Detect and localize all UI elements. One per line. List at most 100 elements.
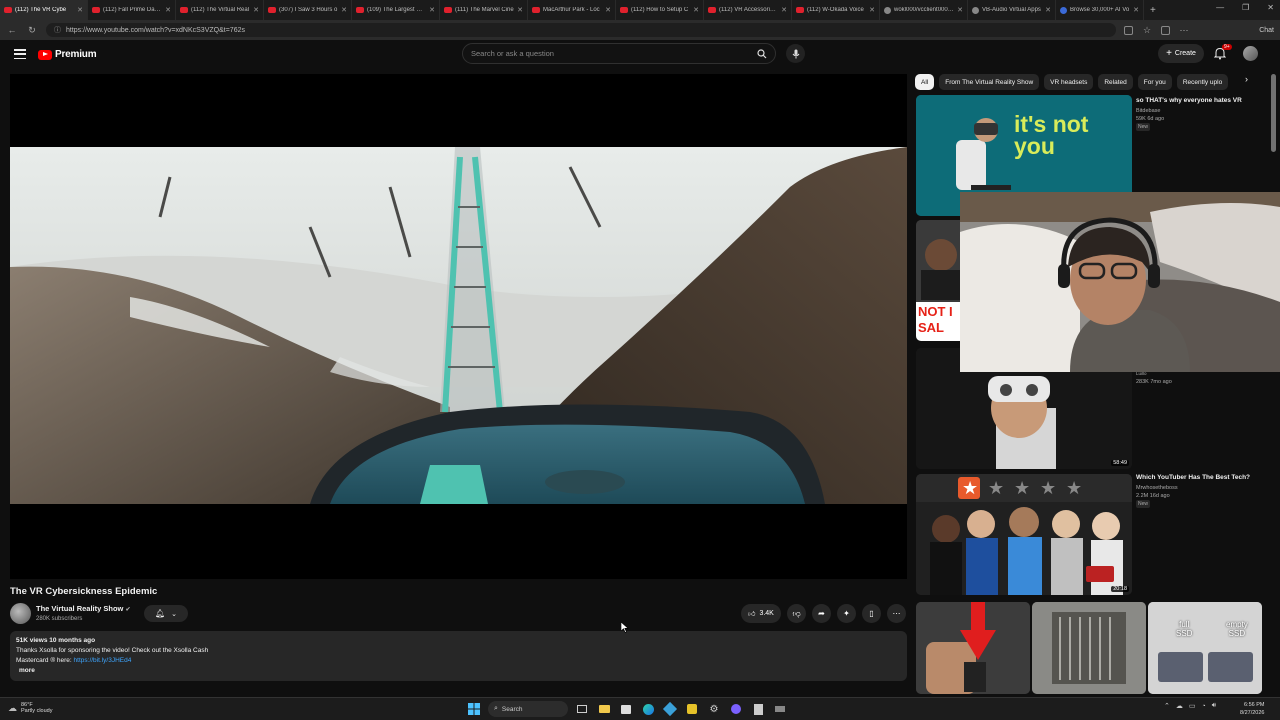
close-tab-icon[interactable]: ✕ <box>165 6 171 14</box>
browser-tab[interactable]: wokl000/vcclient000 at ✕ <box>880 0 968 20</box>
browser-tab[interactable]: (112) Fall Prime Day v ✕ <box>88 0 176 20</box>
short-thumbnail[interactable]: full SSD empty SSD <box>1148 602 1262 694</box>
ask-button[interactable]: ✦ <box>837 604 856 623</box>
browser-tab[interactable]: (112) The Virtual Real ✕ <box>176 0 264 20</box>
volume-icon[interactable]: 🔊︎ <box>1212 702 1216 710</box>
chip-related[interactable]: Related <box>1098 74 1133 90</box>
maximize-icon[interactable]: ❐ <box>1242 3 1249 12</box>
short-thumbnail[interactable] <box>1032 602 1146 694</box>
search-input[interactable]: Search or ask a question <box>463 49 749 58</box>
close-window-icon[interactable]: ✕ <box>1267 3 1274 12</box>
create-button[interactable]: + Create <box>1158 44 1204 63</box>
subscribed-button[interactable]: 🔔︎ ⌄ <box>144 605 188 622</box>
settings-gear-icon[interactable]: ⚙ <box>706 701 722 717</box>
edge-browser-icon[interactable] <box>640 701 656 717</box>
chip-from-channel[interactable]: From The Virtual Reality Show <box>939 74 1040 90</box>
chip-all[interactable]: All <box>915 74 935 90</box>
close-tab-icon[interactable]: ✕ <box>429 6 435 14</box>
chat-button[interactable]: Chat <box>1259 27 1274 34</box>
video-player[interactable] <box>10 74 907 579</box>
taskbar-clock[interactable]: 6:56 PM 8/27/2026 <box>1240 701 1264 717</box>
chip-for-you[interactable]: For you <box>1137 74 1172 90</box>
browser-tab[interactable]: Browse 30,000+ AI Vo ✕ <box>1056 0 1144 20</box>
recommendation-title[interactable]: so THAT's why everyone hates VR <box>1136 97 1261 104</box>
browser-tab[interactable]: (307) I Saw 3 Hours o ✕ <box>264 0 352 20</box>
search-icon[interactable] <box>749 44 775 63</box>
back-arrow-icon[interactable]: ← <box>6 25 18 35</box>
chip-recently-uploaded[interactable]: Recently uplo <box>1176 74 1229 90</box>
like-button[interactable]: 👍︎ 3.4K <box>741 604 781 623</box>
scrollbar-thumb[interactable] <box>1271 74 1276 152</box>
browser-tab[interactable]: (109) The Largest Econ ✕ <box>352 0 440 20</box>
weather-widget[interactable]: ☁ 86°F Partly cloudy <box>8 702 53 714</box>
display-icon[interactable]: ▭ <box>1189 702 1196 710</box>
recommendation-title[interactable]: Which YouTuber Has The Best Tech? <box>1136 474 1261 481</box>
browser-tab[interactable]: (112) The VR Cybe ✕ <box>0 0 88 20</box>
more-link[interactable]: more <box>16 666 901 676</box>
close-tab-icon[interactable]: ✕ <box>517 6 523 14</box>
description-box[interactable]: 51K views 10 months ago Thanks Xsolla fo… <box>10 631 907 681</box>
youtube-favicon-icon <box>268 7 276 13</box>
browser-tab[interactable]: (111) The Marvel Cine ✕ <box>440 0 528 20</box>
app-icon[interactable] <box>728 701 744 717</box>
close-tab-icon[interactable]: ✕ <box>869 6 875 14</box>
close-tab-icon[interactable]: ✕ <box>693 6 699 14</box>
more-menu-icon[interactable]: ⋯ <box>1178 25 1190 36</box>
short-thumbnail[interactable] <box>916 602 1030 694</box>
thumbs-up-icon: 👍︎ <box>748 611 756 618</box>
share-button[interactable]: ➦ <box>812 604 831 623</box>
mic-icon[interactable] <box>786 44 805 63</box>
channel-avatar[interactable] <box>10 603 31 624</box>
browser-tab[interactable]: (112) How to Setup C ✕ <box>616 0 704 20</box>
chevron-up-icon[interactable]: ⌃ <box>1164 702 1170 710</box>
description-link[interactable]: https://bit.ly/3JHEd4 <box>74 657 132 664</box>
browser-tab[interactable]: (112) VR Accessories f ✕ <box>704 0 792 20</box>
favorites-star-icon[interactable]: ☆ <box>1141 25 1153 36</box>
close-tab-icon[interactable]: ✕ <box>1045 6 1051 14</box>
menu-hamburger-icon[interactable] <box>14 49 26 59</box>
app-icon[interactable] <box>662 701 678 717</box>
save-button[interactable]: ▯ <box>862 604 881 623</box>
windows-start-icon[interactable] <box>466 701 482 717</box>
site-info-icon[interactable]: ⓘ <box>54 25 61 35</box>
browser-tab[interactable]: VB-Audio Virtual Apps ✕ <box>968 0 1056 20</box>
recommendation-channel[interactable]: Bitdebase <box>1136 107 1164 115</box>
chip-vr-headsets[interactable]: VR headsets <box>1044 74 1094 90</box>
close-tab-icon[interactable]: ✕ <box>253 6 259 14</box>
minimize-icon[interactable]: — <box>1216 3 1224 12</box>
extensions-icon[interactable] <box>1124 25 1133 35</box>
store-icon[interactable] <box>618 701 634 717</box>
app-icon[interactable] <box>684 701 700 717</box>
close-tab-icon[interactable]: ✕ <box>77 6 83 14</box>
close-tab-icon[interactable]: ✕ <box>341 6 347 14</box>
close-tab-icon[interactable]: ✕ <box>605 6 611 14</box>
app-icon[interactable] <box>772 701 788 717</box>
close-tab-icon[interactable]: ✕ <box>1133 6 1139 14</box>
browser-tab[interactable]: MacArthur Park - Loc ✕ <box>528 0 616 20</box>
app-icon[interactable] <box>750 701 766 717</box>
network-icon[interactable]: ◔ <box>1202 703 1206 710</box>
close-tab-icon[interactable]: ✕ <box>957 6 963 14</box>
roller-coaster-scene-image <box>10 147 907 504</box>
video-thumbnail[interactable]: ★ ★ ★ ★ ★ 20:18 <box>916 474 1132 595</box>
channel-name[interactable]: The Virtual Reality Show ✔ <box>36 604 131 613</box>
new-tab-button[interactable]: + <box>1144 5 1162 16</box>
search-box[interactable]: Search or ask a question <box>462 43 776 64</box>
close-tab-icon[interactable]: ✕ <box>781 6 787 14</box>
recommendation-channel[interactable]: Mrwhosetheboss <box>1136 484 1178 492</box>
task-view-icon[interactable] <box>574 701 590 717</box>
chevron-right-icon[interactable]: › <box>1245 74 1248 84</box>
account-avatar[interactable] <box>1243 46 1258 61</box>
recommendation-views: 2.2M 16d ago <box>1136 493 1170 499</box>
cloud-icon[interactable]: ☁ <box>1176 702 1183 710</box>
collections-icon[interactable] <box>1161 25 1170 35</box>
file-explorer-icon[interactable] <box>596 701 612 717</box>
browser-tab[interactable]: (112) W-Okada Voice ✕ <box>792 0 880 20</box>
taskbar-search[interactable]: ⌕ Search <box>488 701 568 717</box>
dislike-button[interactable]: 👎︎ <box>787 604 806 623</box>
refresh-icon[interactable]: ↻ <box>26 25 38 36</box>
thumbnail-text: NOT I <box>918 304 953 319</box>
youtube-logo[interactable]: Premium <box>38 49 97 60</box>
url-field[interactable]: ⓘ https://www.youtube.com/watch?v=xdNKcS… <box>46 23 1116 37</box>
more-actions-button[interactable]: ⋯ <box>887 604 906 623</box>
